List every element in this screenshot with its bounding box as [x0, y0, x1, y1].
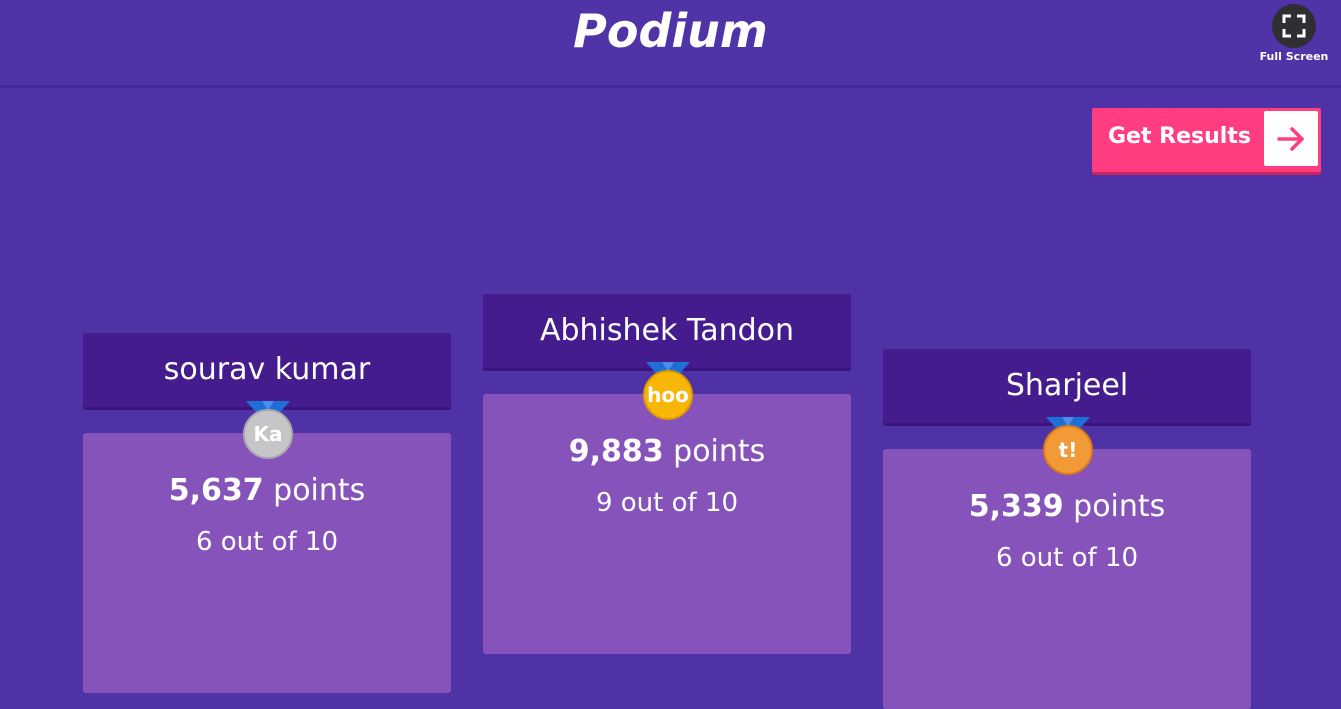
- medal-disc: Ka: [243, 409, 293, 459]
- medal-disc: hoo: [643, 370, 693, 420]
- points-value: 9,883: [568, 434, 664, 469]
- get-results-button[interactable]: Get Results: [1092, 108, 1321, 172]
- get-results-arrow-box: [1264, 111, 1318, 166]
- player-name: Abhishek Tandon: [539, 313, 795, 348]
- podium-first-name: Abhishek Tandon: [483, 294, 851, 368]
- fullscreen-control[interactable]: Full Screen: [1256, 4, 1332, 63]
- gold-medal-icon: hoo: [642, 362, 694, 420]
- correct-count: 6 out of 10: [995, 543, 1139, 573]
- header-bar: Podium Full Screen: [0, 0, 1341, 88]
- medal-disc: t!: [1043, 425, 1093, 475]
- podium-second-score-panel: 5,637 points 6 out of 10: [83, 433, 451, 693]
- correct-count: 9 out of 10: [595, 488, 739, 518]
- points-line: 5,339 points: [883, 489, 1251, 524]
- fullscreen-label: Full Screen: [1259, 50, 1329, 63]
- podium-second-name: sourav kumar: [83, 333, 451, 407]
- podium-first-score-panel: 9,883 points 9 out of 10: [483, 394, 851, 654]
- fullscreen-button[interactable]: [1272, 4, 1316, 48]
- points-unit: points: [1073, 489, 1166, 524]
- correct-count: 6 out of 10: [195, 527, 339, 557]
- arrow-right-icon: [1277, 127, 1304, 151]
- points-value: 5,339: [968, 489, 1064, 524]
- bronze-medal-icon: t!: [1042, 417, 1094, 475]
- get-results-label: Get Results: [1108, 124, 1251, 149]
- player-name: sourav kumar: [163, 352, 371, 387]
- player-name: Sharjeel: [1005, 368, 1129, 403]
- points-line: 5,637 points: [83, 473, 451, 508]
- expand-icon: [1282, 14, 1306, 38]
- podium-third-name: Sharjeel: [883, 349, 1251, 423]
- points-unit: points: [673, 434, 766, 469]
- points-value: 5,637: [168, 473, 264, 508]
- podium-third-score-panel: 5,339 points 6 out of 10: [883, 449, 1251, 709]
- points-line: 9,883 points: [483, 434, 851, 469]
- page-title: Podium: [573, 4, 768, 58]
- points-unit: points: [273, 473, 366, 508]
- silver-medal-icon: Ka: [242, 401, 294, 459]
